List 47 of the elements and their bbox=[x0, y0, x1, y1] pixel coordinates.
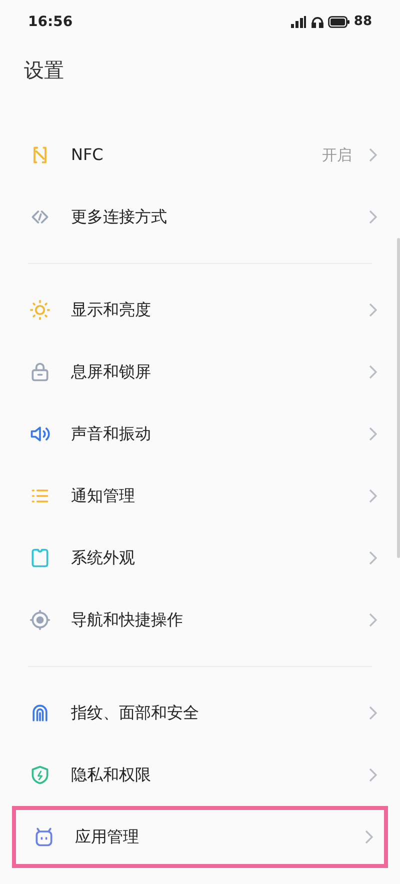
chevron-right-icon bbox=[368, 209, 378, 225]
item-label: 应用管理 bbox=[75, 826, 140, 848]
robot-face-icon bbox=[33, 826, 55, 848]
settings-item[interactable]: NFC 开启 bbox=[0, 124, 400, 186]
item-value: 开启 bbox=[322, 144, 352, 166]
settings-item[interactable]: 隐私和权限 bbox=[0, 744, 400, 806]
item-label: NFC bbox=[71, 144, 104, 166]
settings-item[interactable]: 指纹、面部和安全 bbox=[0, 682, 400, 744]
chevron-right-icon bbox=[368, 364, 378, 380]
settings-item[interactable]: 息屏和锁屏 bbox=[0, 341, 400, 403]
settings-item[interactable]: 导航和快捷操作 bbox=[0, 589, 400, 651]
chevron-right-icon bbox=[368, 147, 378, 163]
battery-icon bbox=[328, 16, 350, 28]
settings-item[interactable]: 通知管理 bbox=[0, 465, 400, 527]
settings-item[interactable]: 更多连接方式 bbox=[0, 186, 400, 248]
chevron-right-icon bbox=[368, 488, 378, 504]
item-label: 息屏和锁屏 bbox=[71, 361, 152, 383]
chevron-right-icon bbox=[368, 612, 378, 628]
chevron-right-icon bbox=[368, 767, 378, 783]
item-label: 系统外观 bbox=[71, 547, 136, 569]
signal-icon bbox=[290, 16, 307, 28]
settings-item[interactable]: 系统外观 bbox=[0, 527, 400, 589]
settings-item[interactable]: 声音和振动 bbox=[0, 403, 400, 465]
shield-icon bbox=[29, 764, 51, 786]
chevron-right-icon bbox=[368, 302, 378, 318]
settings-item[interactable]: 显示和亮度 bbox=[0, 279, 400, 341]
item-label: 导航和快捷操作 bbox=[71, 609, 184, 631]
chevron-right-icon bbox=[368, 705, 378, 721]
page-title: 设置 bbox=[24, 57, 65, 84]
lock-icon bbox=[29, 361, 51, 383]
headphones-icon bbox=[310, 16, 324, 28]
clock: 16:56 bbox=[28, 12, 73, 32]
scrollbar[interactable] bbox=[397, 238, 400, 558]
item-label: 更多连接方式 bbox=[71, 206, 168, 228]
battery-level: 88 bbox=[354, 13, 372, 32]
target-icon bbox=[29, 609, 51, 631]
tablet-icon bbox=[29, 547, 51, 569]
chevron-right-icon bbox=[368, 550, 378, 566]
item-label: 声音和振动 bbox=[71, 423, 152, 445]
sun-icon bbox=[29, 299, 51, 321]
chevron-right-icon bbox=[364, 829, 374, 845]
item-label: 显示和亮度 bbox=[71, 299, 152, 321]
item-label: 隐私和权限 bbox=[71, 764, 152, 786]
item-label: 指纹、面部和安全 bbox=[71, 702, 200, 724]
chevron-right-icon bbox=[368, 426, 378, 442]
item-label: 通知管理 bbox=[71, 485, 136, 507]
settings-item[interactable]: 应用管理 bbox=[12, 806, 388, 868]
